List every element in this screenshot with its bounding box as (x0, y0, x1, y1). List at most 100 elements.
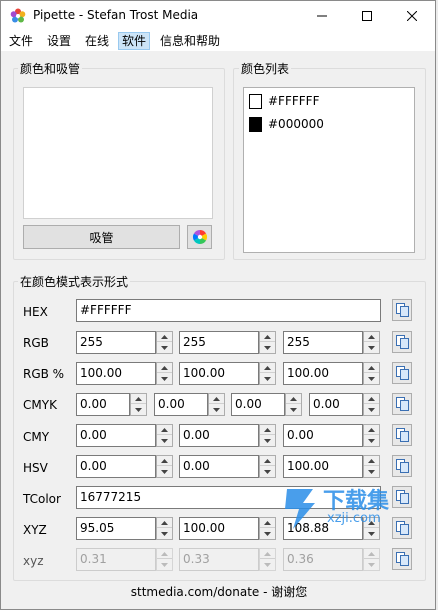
pick-group-label: 颜色和吸管 (18, 60, 83, 77)
copy-icon (395, 366, 409, 380)
xyz-normalized-z-input: 0.36 (283, 548, 363, 571)
watermark: 下载集 xzji.com (277, 479, 437, 539)
hsv-h-spinner[interactable] (156, 455, 173, 478)
cmyk-m-input[interactable]: 0.00 (154, 393, 208, 416)
hsv-s-input[interactable]: 0.00 (179, 455, 259, 478)
minimize-button[interactable] (299, 1, 345, 31)
xyz-normalized-y-input: 0.33 (179, 548, 259, 571)
rgb-percent-label: RGB % (23, 367, 65, 381)
copy-icon (395, 303, 409, 317)
list-group-label: 颜色列表 (239, 60, 292, 77)
rgb-g-input[interactable]: 255 (179, 331, 259, 354)
xyz-y-input[interactable]: 100.00 (179, 517, 259, 540)
color-list[interactable]: #FFFFFF #000000 (243, 87, 415, 253)
copy-cmyk-button[interactable] (392, 393, 412, 415)
cmyk-label: CMYK (23, 398, 57, 412)
menu-software[interactable]: 软件 (118, 32, 151, 50)
copy-hsv-button[interactable] (392, 455, 412, 477)
hsv-s-spinner[interactable] (259, 455, 276, 478)
xyz-normalized-y-spinner (259, 548, 276, 571)
copy-icon (395, 459, 409, 473)
download-arrow-logo-icon (285, 489, 315, 529)
cmyk-c-spinner[interactable] (130, 393, 147, 416)
rgb-percent-b-spinner[interactable] (363, 362, 380, 385)
cmyk-y-spinner[interactable] (285, 393, 302, 416)
copy-icon (395, 397, 409, 411)
window-title: Pipette - Stefan Trost Media (33, 8, 199, 22)
menu-online[interactable]: 在线 (82, 32, 112, 50)
copy-xyz-normalized-button[interactable] (392, 548, 412, 570)
close-icon (407, 11, 417, 21)
eyedropper-button[interactable]: 吸管 (23, 225, 180, 249)
close-button[interactable] (389, 1, 435, 31)
rgb-percent-r-input[interactable]: 100.00 (76, 362, 156, 385)
hsv-label: HSV (23, 461, 48, 475)
rgb-b-spinner[interactable] (363, 331, 380, 354)
menu-settings[interactable]: 设置 (44, 32, 74, 50)
xyz-y-spinner[interactable] (259, 517, 276, 540)
watermark-url: xzji.com (327, 511, 381, 526)
rgb-percent-r-spinner[interactable] (156, 362, 173, 385)
list-item[interactable]: #000000 (249, 115, 324, 133)
pipette-window: Pipette - Stefan Trost Media 文件 设置 在线 软件… (0, 0, 436, 610)
minimize-icon (317, 15, 327, 17)
list-item-text: #FFFFFF (268, 94, 320, 108)
maximize-icon (362, 11, 372, 21)
hex-label: HEX (23, 305, 48, 319)
rgb-percent-g-input[interactable]: 100.00 (179, 362, 259, 385)
xyz-normalized-x-input: 0.31 (76, 548, 156, 571)
xyz-label: XYZ (23, 523, 47, 537)
xyz-normalized-z-spinner (363, 548, 380, 571)
xyz-x-spinner[interactable] (156, 517, 173, 540)
hsv-v-spinner[interactable] (363, 455, 380, 478)
list-item[interactable]: #FFFFFF (249, 92, 319, 110)
cmyk-k-spinner[interactable] (363, 393, 380, 416)
cmyk-c-input[interactable]: 0.00 (76, 393, 130, 416)
cmy-y-input[interactable]: 0.00 (283, 424, 363, 447)
color-dialog-button[interactable] (187, 225, 212, 249)
rgb-percent-b-input[interactable]: 100.00 (283, 362, 363, 385)
copy-icon (395, 428, 409, 442)
rgb-percent-g-spinner[interactable] (259, 362, 276, 385)
cmyk-m-spinner[interactable] (208, 393, 225, 416)
rgb-g-spinner[interactable] (259, 331, 276, 354)
copy-icon (395, 552, 409, 566)
rgb-label: RGB (23, 336, 49, 350)
maximize-button[interactable] (344, 1, 390, 31)
tcolor-label: TColor (23, 492, 61, 506)
cmy-c-input[interactable]: 0.00 (76, 424, 156, 447)
menu-bar: 文件 设置 在线 软件 信息和帮助 (1, 31, 435, 51)
eyedropper-button-label: 吸管 (89, 230, 114, 245)
cmy-m-input[interactable]: 0.00 (179, 424, 259, 447)
xyz-x-input[interactable]: 95.05 (76, 517, 156, 540)
menu-file[interactable]: 文件 (6, 32, 36, 50)
color-preview (23, 87, 213, 219)
menu-help[interactable]: 信息和帮助 (157, 32, 223, 50)
copy-cmy-button[interactable] (392, 424, 412, 446)
cmy-m-spinner[interactable] (259, 424, 276, 447)
title-bar[interactable]: Pipette - Stefan Trost Media (1, 1, 435, 31)
swatch-white (249, 93, 262, 109)
xyz-normalized-x-spinner (156, 548, 173, 571)
copy-hex-button[interactable] (392, 299, 412, 321)
cmy-label: CMY (23, 430, 50, 444)
cmy-c-spinner[interactable] (156, 424, 173, 447)
list-item-text: #000000 (268, 117, 324, 131)
hsv-h-input[interactable]: 0.00 (76, 455, 156, 478)
donate-link[interactable]: sttmedia.com/donate - 谢谢您 (1, 583, 437, 600)
cmyk-k-input[interactable]: 0.00 (309, 393, 363, 416)
modes-group-label: 在颜色模式表示形式 (18, 273, 131, 290)
copy-icon (395, 335, 409, 349)
rgb-r-input[interactable]: 255 (76, 331, 156, 354)
copy-rgb-button[interactable] (392, 331, 412, 353)
cmy-y-spinner[interactable] (363, 424, 380, 447)
cmyk-y-input[interactable]: 0.00 (231, 393, 285, 416)
copy-rgb-percent-button[interactable] (392, 362, 412, 384)
hsv-v-input[interactable]: 100.00 (283, 455, 363, 478)
color-wheel-icon (192, 230, 207, 244)
rgb-b-input[interactable]: 255 (283, 331, 363, 354)
color-wheel-app-icon (10, 8, 26, 23)
hex-input[interactable]: #FFFFFF (76, 299, 381, 322)
swatch-black (249, 116, 262, 132)
rgb-r-spinner[interactable] (156, 331, 173, 354)
